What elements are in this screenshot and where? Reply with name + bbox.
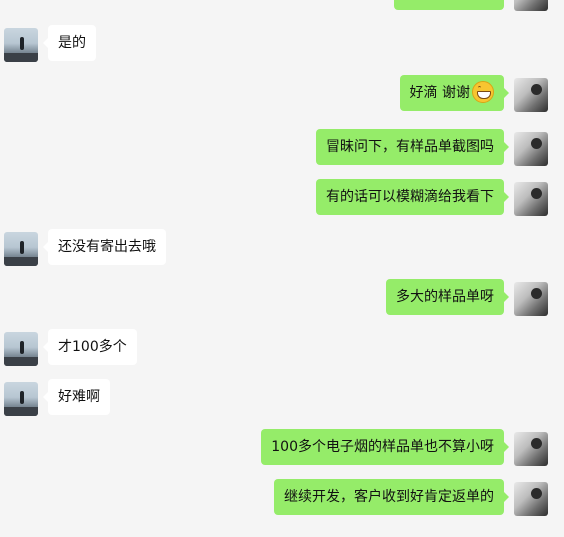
message-bubble[interactable]: 有的话可以模糊滴给我看下 (316, 179, 509, 215)
message-row: 好难啊 (0, 379, 564, 419)
my-avatar[interactable] (514, 282, 548, 316)
my-avatar[interactable] (514, 182, 548, 216)
message-row: 多大的样品单呀 (0, 279, 564, 319)
message-text: 好滴 谢谢 (409, 85, 470, 101)
message-row: 才100多个 (0, 329, 564, 369)
grin-emoji-icon (472, 81, 494, 103)
message-row: 有的话可以模糊滴给我看下 (0, 179, 564, 219)
message-bubble[interactable]: 是的 (43, 25, 96, 61)
my-avatar[interactable] (514, 0, 548, 11)
message-bubble-partial[interactable] (394, 0, 504, 10)
message-bubble[interactable]: 多大的样品单呀 (386, 279, 509, 315)
message-bubble[interactable]: 还没有寄出去哦 (43, 229, 166, 265)
message-bubble[interactable]: 冒昧问下，有样品单截图吗 (316, 129, 509, 165)
contact-avatar[interactable] (4, 332, 38, 366)
message-row: 还没有寄出去哦 (0, 229, 564, 269)
message-bubble[interactable]: 100多个电子烟的样品单也不算小呀 (261, 429, 509, 465)
message-row: 是的 (0, 25, 564, 65)
message-row (0, 0, 564, 14)
contact-avatar[interactable] (4, 28, 38, 62)
my-avatar[interactable] (514, 132, 548, 166)
message-row: 继续开发，客户收到好肯定返单的 (0, 479, 564, 519)
contact-avatar[interactable] (4, 232, 38, 266)
message-row: 100多个电子烟的样品单也不算小呀 (0, 429, 564, 469)
message-row: 好滴 谢谢 (0, 75, 564, 115)
message-bubble[interactable]: 继续开发，客户收到好肯定返单的 (274, 479, 509, 515)
my-avatar[interactable] (514, 78, 548, 112)
chat-message-list[interactable]: 是的 好滴 谢谢 冒昧问下，有样品单截图吗 有的话可以模糊滴给我看下 还没有寄出… (0, 0, 564, 537)
message-bubble[interactable]: 才100多个 (43, 329, 137, 365)
message-row: 冒昧问下，有样品单截图吗 (0, 129, 564, 169)
message-bubble[interactable]: 好难啊 (43, 379, 110, 415)
contact-avatar[interactable] (4, 382, 38, 416)
my-avatar[interactable] (514, 482, 548, 516)
message-bubble[interactable]: 好滴 谢谢 (399, 75, 510, 111)
my-avatar[interactable] (514, 432, 548, 466)
